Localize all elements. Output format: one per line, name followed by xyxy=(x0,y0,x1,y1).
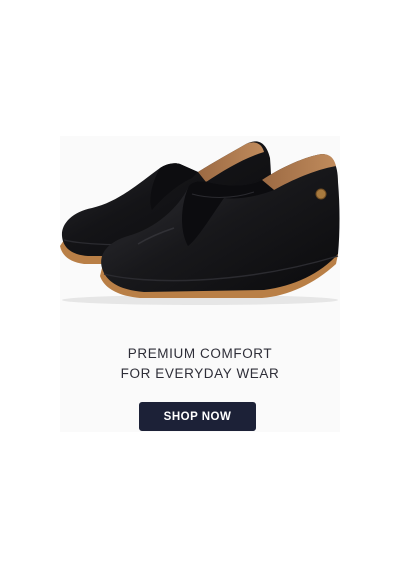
headline-line-1: PREMIUM COMFORT xyxy=(127,346,273,361)
headline-line-2: FOR EVERYDAY WEAR xyxy=(120,366,280,381)
shop-now-button[interactable]: SHOP NOW xyxy=(139,402,256,431)
product-image[interactable] xyxy=(48,128,352,308)
